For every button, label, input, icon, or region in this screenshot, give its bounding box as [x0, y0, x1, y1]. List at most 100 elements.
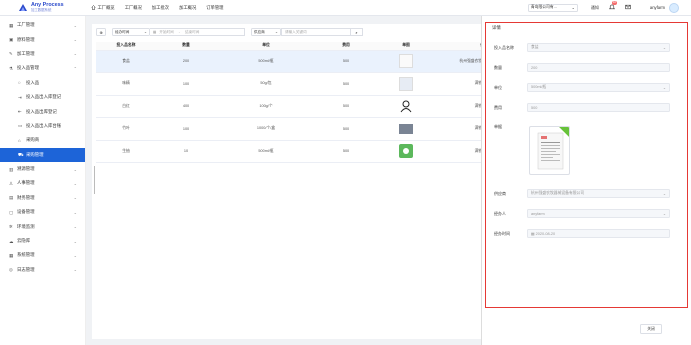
sidebar-item-label: 加工管理 [17, 50, 35, 56]
cell-cost: 500 [316, 140, 376, 163]
detail-field: 单据 [494, 124, 527, 130]
cell-cost: 500 [316, 50, 376, 73]
row-thumbnail[interactable] [399, 54, 413, 69]
home-icon [91, 5, 96, 10]
detail-field-label: 单据 [494, 124, 502, 129]
factory-select[interactable]: 青岛限公司有... ⌄ [527, 3, 578, 12]
sidebar-item-15[interactable]: ☁ 云隐库 ⌄ [0, 234, 85, 248]
chevron-down-icon: ⌄ [73, 252, 77, 258]
detail-field-input[interactable]: 食盐 ⌄ [527, 43, 670, 52]
sidebar-item-2[interactable]: ✎ 加工管理 ⌄ [0, 47, 85, 61]
sidebar-item-14[interactable]: ✲ 环境监测 ⌄ [0, 219, 85, 233]
detail-field-label: 投入品名称 [494, 44, 514, 50]
sidebar-item-6[interactable]: ⇤ 投入品出库登记 [0, 104, 85, 118]
chevron-up-icon: ⌃ [73, 65, 77, 71]
date-range-picker[interactable]: ▦ 开始时间 - 结束时间 [150, 28, 245, 36]
col-header-cost[interactable]: 费用 [316, 42, 376, 51]
col-header-unit[interactable]: 单位 [216, 42, 316, 51]
chevron-down-icon: ⌄ [73, 209, 77, 215]
sidebar-item-10[interactable]: ▥ 溯源管理 ⌄ [0, 162, 85, 176]
chevron-down-icon: ⌄ [73, 22, 77, 28]
shop-icon: ⌂ [18, 137, 21, 143]
chevron-down-icon: ⌄ [274, 30, 278, 34]
detail-field-input[interactable]: 200 [527, 63, 670, 72]
chevron-down-icon: ⌄ [73, 238, 77, 244]
keyword-search-input[interactable]: 请输入关键词 [281, 28, 351, 36]
log-icon: ◎ [9, 267, 13, 273]
cell-cost: 500 [316, 95, 376, 118]
sidebar-item-7[interactable]: ▭ 投入品出入库台账 [0, 119, 85, 133]
scrollbar[interactable] [94, 166, 95, 194]
detail-field-input[interactable]: 杭州强盛农牧器械设备有限公司 ⌄ [527, 189, 670, 198]
row-thumbnail[interactable] [399, 144, 413, 159]
end-date-input[interactable]: 结束时间 [185, 30, 199, 35]
top-bar: Any Process 加工数据系统 工厂概览 工厂概况 加工批次 加工概况 订… [0, 0, 691, 16]
cell-qty: 400 [156, 95, 216, 118]
nav-tab-factory-overview[interactable]: 工厂概览 [86, 5, 120, 11]
login-icon: ⇥ [18, 94, 22, 100]
refresh-button[interactable]: ⊕ [96, 28, 106, 36]
receipt-image[interactable] [529, 126, 570, 175]
sidebar-item-9[interactable]: ⛟ 采购管理 [0, 147, 85, 162]
sidebar-item-12[interactable]: ▤ 财务管理 ⌄ [0, 191, 85, 205]
cell-qty: 100 [156, 72, 216, 96]
sidebar-item-17[interactable]: ◎ 日志管理 ⌄ [0, 263, 85, 277]
detail-field-input[interactable]: ▦ 2020-08-20 [527, 229, 670, 238]
sidebar-item-label: 投入品 [26, 79, 40, 85]
sidebar-item-13[interactable]: ▢ 设备管理 ⌄ [0, 205, 85, 219]
detail-field-label: 供应商 [494, 190, 506, 196]
detail-field-input[interactable]: 500 [527, 103, 670, 112]
sidebar-item-4[interactable]: ○ 投入品 [0, 76, 85, 90]
sidebar-item-label: 人事管理 [17, 180, 35, 186]
app-logo[interactable]: Any Process 加工数据系统 [0, 0, 86, 16]
cell-name: 食盐 [96, 50, 156, 73]
sidebar-item-8[interactable]: ⌂ 采购商 [0, 133, 85, 147]
cloud-icon: ☁ [9, 238, 14, 244]
col-header-qty[interactable]: 数量 [156, 42, 216, 51]
cart-icon: ⛟ [18, 152, 24, 158]
tool-icon: ✎ [9, 51, 13, 57]
sidebar-item-label: 投入品管理 [17, 65, 39, 71]
sidebar-item-0[interactable]: ▦ 工厂管理 ⌄ [0, 18, 85, 32]
nav-tab-factory-status[interactable]: 工厂概况 [120, 5, 147, 11]
bell-icon[interactable]: 10 [608, 0, 617, 11]
drawer-title: 详情 [492, 25, 501, 30]
chevron-down-icon: ⌄ [662, 86, 666, 90]
notification-label[interactable]: 通知 [591, 5, 599, 11]
close-button[interactable]: 关闭 [640, 324, 662, 334]
logo-icon [18, 3, 28, 13]
cell-name: 生抽 [96, 140, 156, 163]
search-button[interactable]: ⌕ [351, 28, 363, 36]
sidebar-item-5[interactable]: ⇥ 投入品出入库登记 [0, 90, 85, 104]
time-type-select[interactable]: 经办时间 ⌄ [112, 28, 150, 36]
refresh-icon: ⊕ [99, 29, 103, 35]
cell-name: 竹叶 [96, 117, 156, 141]
logout-icon: ⇤ [18, 109, 22, 115]
user-name[interactable]: anyfarm [650, 5, 665, 10]
supplier-select[interactable]: 供应商 ⌄ [251, 28, 281, 36]
start-date-input[interactable]: 开始时间 [159, 30, 173, 35]
ledger-icon: ▭ [18, 123, 23, 129]
detail-field-input[interactable]: anyfarm ⌄ [527, 209, 670, 218]
sidebar-item-label: 系统管理 [17, 252, 35, 258]
cell-qty: 100 [156, 117, 216, 141]
sidebar-item-3[interactable]: ⚗ 投入品管理 ⌃ [0, 61, 85, 75]
col-header-name[interactable]: 投入品名称 [96, 42, 156, 51]
nav-tab-orders[interactable]: 订单管理 [201, 5, 228, 11]
sidebar-item-11[interactable]: ♙ 人事管理 ⌄ [0, 176, 85, 190]
row-thumbnail[interactable] [399, 76, 413, 91]
device-icon: ▢ [9, 209, 14, 215]
sidebar-item-16[interactable]: ▦ 系统管理 ⌄ [0, 248, 85, 262]
avatar[interactable] [669, 2, 679, 13]
col-header-image[interactable]: 单图 [376, 42, 436, 51]
row-thumbnail[interactable] [399, 99, 413, 113]
sidebar-item-label: 工厂管理 [17, 22, 35, 28]
detail-field-input[interactable]: 500ml/瓶 ⌄ [527, 83, 670, 92]
row-thumbnail[interactable] [399, 123, 413, 134]
message-icon[interactable] [625, 4, 631, 11]
sidebar-item-1[interactable]: ▣ 原料管理 ⌄ [0, 32, 85, 46]
cell-qty: 200 [156, 50, 216, 73]
nav-tab-process-batch[interactable]: 加工批次 [147, 5, 174, 11]
nav-tab-process-status[interactable]: 加工概况 [174, 5, 201, 11]
chevron-down-icon: ⌄ [662, 212, 666, 216]
